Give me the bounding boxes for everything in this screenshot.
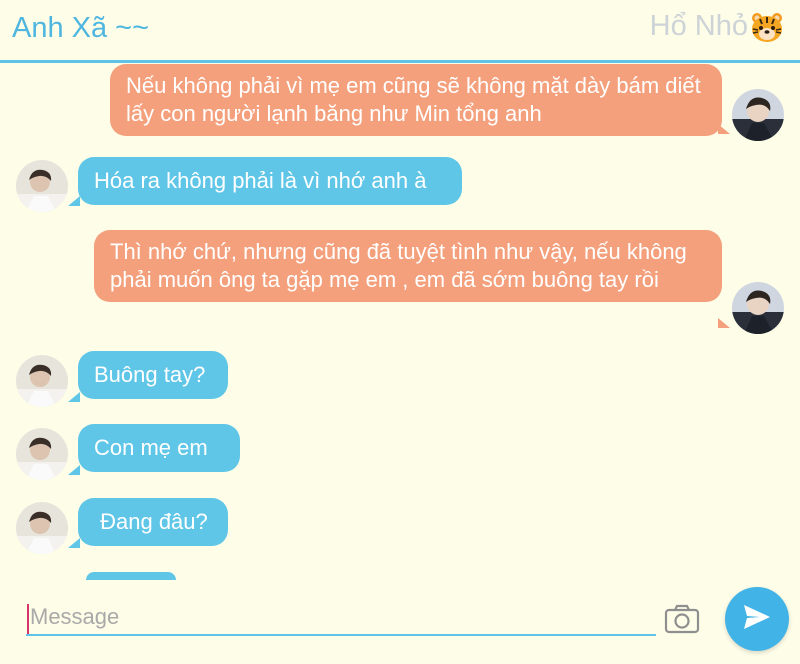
avatar-contact[interactable] [16,355,68,407]
bubble-tail [68,465,80,475]
avatar-contact[interactable] [16,428,68,480]
message-text: Buông tay? [94,362,206,387]
chat-header: Anh Xã ~~ Hổ Nhỏ [0,0,800,63]
bubble-tail [68,538,80,548]
message-bubble-incoming[interactable]: Đang đâu? [78,498,228,546]
message-bubble-partial [86,572,176,580]
message-text: Thì nhớ chứ, nhưng cũng đã tuyệt tình nh… [110,239,687,292]
text-cursor [27,604,29,634]
camera-icon[interactable] [664,604,700,634]
send-button[interactable] [725,587,789,651]
bubble-tail [68,196,80,206]
bubble-tail [718,124,730,134]
message-text: Hóa ra không phải là vì nhớ anh à [94,168,427,193]
message-bubble-incoming[interactable]: Con mẹ em [78,424,240,472]
contact-name-label: Hổ Nhỏ [649,10,748,42]
message-text: Con mẹ em [94,435,208,460]
message-text: Nếu không phải vì mẹ em cũng sẽ không mặ… [126,73,701,126]
avatar-contact[interactable] [16,160,68,212]
avatar-self[interactable] [732,282,784,334]
message-bubble-outgoing[interactable]: Thì nhớ chứ, nhưng cũng đã tuyệt tình nh… [94,230,722,302]
message-bubble-incoming[interactable]: Hóa ra không phải là vì nhớ anh à [78,157,462,205]
message-bubble-incoming[interactable]: Buông tay? [78,351,228,399]
chat-title[interactable]: Anh Xã ~~ [12,12,149,45]
avatar-self[interactable] [732,89,784,141]
avatar-contact[interactable] [16,502,68,554]
contact-name[interactable]: Hổ Nhỏ [650,10,784,43]
message-input[interactable] [26,600,656,636]
bubble-tail [68,392,80,402]
message-bubble-outgoing[interactable]: Nếu không phải vì mẹ em cũng sẽ không mặ… [110,64,722,136]
send-icon [742,603,772,636]
tiger-emoji-icon [750,11,784,43]
bubble-tail [718,318,730,328]
message-text: Đang đâu? [94,509,208,534]
